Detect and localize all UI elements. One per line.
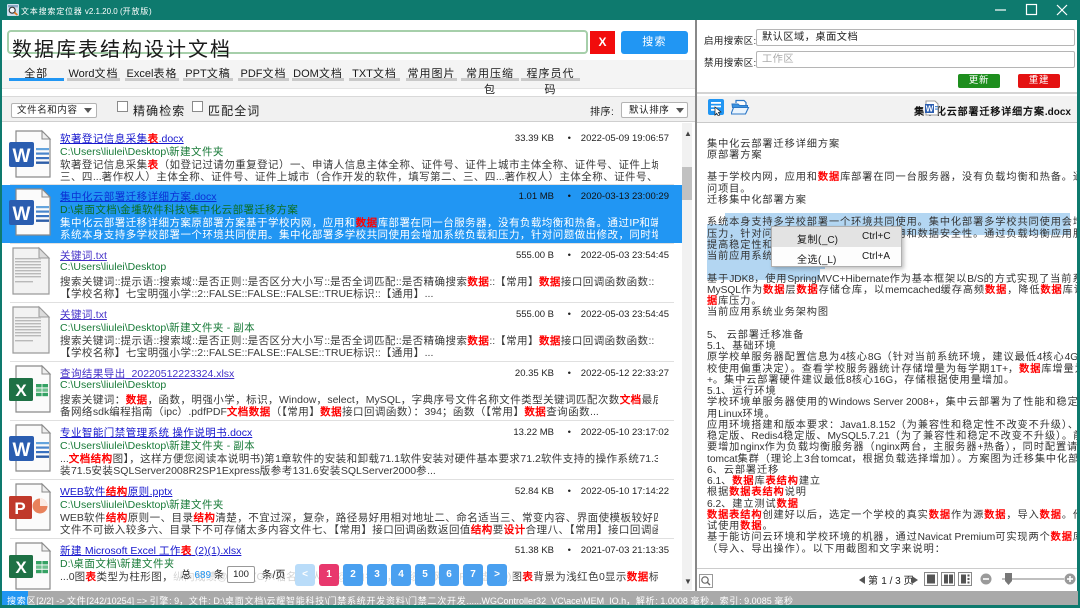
svg-text:W: W [13, 146, 31, 167]
svg-text:W: W [13, 204, 31, 225]
svg-text:W: W [926, 105, 934, 114]
svg-text:W: W [13, 440, 31, 461]
svg-text:X: X [15, 381, 27, 400]
svg-text:P: P [14, 499, 25, 518]
svg-text:X: X [15, 558, 27, 577]
